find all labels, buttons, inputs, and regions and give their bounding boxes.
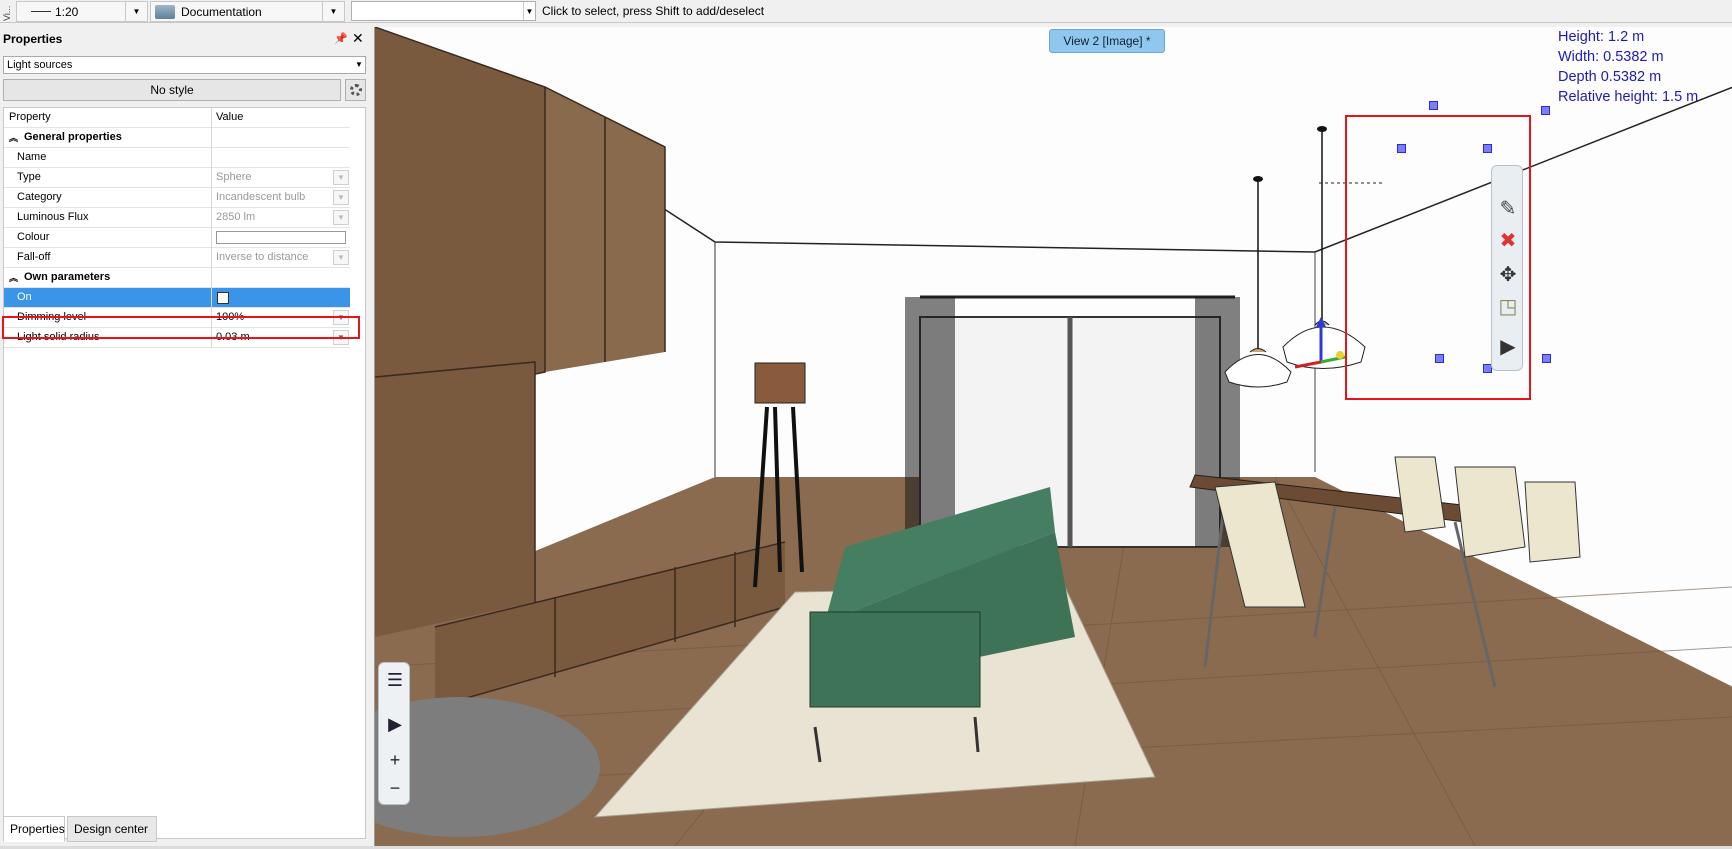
gear-icon bbox=[349, 84, 362, 96]
dimension-readout: Height: 1.2 m Width: 0.5382 m Depth 0.53… bbox=[1558, 27, 1698, 107]
list-icon[interactable]: ☰ bbox=[384, 669, 406, 691]
scale-select[interactable]: 1:20 ▼ bbox=[16, 1, 148, 22]
scale-value: 1:20 bbox=[55, 4, 79, 19]
selection-handle[interactable] bbox=[1435, 354, 1444, 363]
viewport-side-toolbar: ☰ ▶ + − bbox=[378, 662, 410, 805]
delete-icon[interactable]: ✖ bbox=[1496, 228, 1520, 252]
view-tab-label[interactable]: Vi... bbox=[2, 2, 12, 21]
selection-handle[interactable] bbox=[1483, 144, 1492, 153]
play-arrow-icon[interactable]: ▶ bbox=[384, 713, 406, 735]
panel-title: Properties bbox=[3, 32, 63, 46]
on-checkbox[interactable] bbox=[217, 292, 229, 304]
grid-header: Property Value bbox=[4, 108, 350, 128]
depth-readout: Depth 0.5382 m bbox=[1558, 69, 1662, 85]
zoom-out-icon[interactable]: − bbox=[384, 777, 406, 799]
type-value: Sphere bbox=[216, 171, 252, 183]
section-own-parameters[interactable]: ︽ Own parameters bbox=[4, 268, 350, 288]
name-value[interactable] bbox=[213, 148, 350, 168]
luminous-flux-value: 2850 lm bbox=[216, 211, 256, 223]
documentation-icon bbox=[155, 4, 175, 19]
property-row-luminous-flux[interactable]: Luminous Flux 2850 lm ▼ bbox=[4, 208, 350, 228]
falloff-value: Inverse to distance bbox=[216, 251, 309, 263]
object-action-toolbar: ✎ ✖ ✥ ◳ ▶ bbox=[1491, 165, 1523, 371]
chevron-down-icon[interactable]: ▼ bbox=[333, 190, 349, 205]
chevron-down-icon[interactable]: ▼ bbox=[333, 210, 349, 225]
play-arrow-icon[interactable]: ▶ bbox=[1496, 334, 1520, 358]
height-readout: Height: 1.2 m bbox=[1558, 29, 1645, 45]
chevron-down-icon[interactable]: ▼ bbox=[523, 2, 535, 20]
top-toolbar: Vi... 1:20 ▼ Documentation ▼ ▼ Click to … bbox=[0, 0, 1732, 23]
property-row-falloff[interactable]: Fall-off Inverse to distance ▼ bbox=[4, 248, 350, 268]
colour-swatch[interactable] bbox=[216, 231, 346, 244]
width-readout: Width: 0.5382 m bbox=[1558, 49, 1664, 65]
pin-icon[interactable]: 📌 bbox=[334, 32, 348, 45]
move-icon[interactable]: ✥ bbox=[1496, 262, 1520, 286]
property-row-type[interactable]: Type Sphere ▼ bbox=[4, 168, 350, 188]
chevron-down-icon[interactable]: ▼ bbox=[322, 2, 344, 21]
chevron-down-icon[interactable]: ▼ bbox=[353, 57, 365, 73]
section-general-properties[interactable]: ︽ General properties bbox=[4, 128, 350, 148]
view-tab[interactable]: View 2 [Image] * bbox=[1049, 29, 1165, 53]
selection-handle[interactable] bbox=[1429, 101, 1438, 110]
chevron-down-icon[interactable]: ▼ bbox=[125, 2, 147, 21]
property-row-name[interactable]: Name bbox=[4, 148, 350, 168]
property-grid: Property Value ︽ General properties Name… bbox=[3, 107, 366, 839]
on-row-highlight bbox=[2, 316, 360, 339]
command-input[interactable]: ▼ bbox=[351, 1, 536, 21]
relative-height-readout: Relative height: 1.5 m bbox=[1558, 89, 1699, 105]
selection-handle[interactable] bbox=[1397, 144, 1406, 153]
zoom-in-icon[interactable]: + bbox=[384, 749, 406, 771]
line-style-icon bbox=[31, 11, 51, 12]
edit-pencil-icon[interactable]: ✎ bbox=[1496, 196, 1520, 220]
documentation-label: Documentation bbox=[181, 4, 262, 19]
selection-handle[interactable] bbox=[1542, 354, 1551, 363]
properties-panel: Properties 📌 ✕ Light sources ▼ No style … bbox=[0, 27, 370, 849]
tab-properties[interactable]: Properties bbox=[3, 816, 65, 842]
documentation-select[interactable]: Documentation ▼ bbox=[150, 1, 345, 22]
selection-handle[interactable] bbox=[1541, 106, 1550, 115]
close-icon[interactable]: ✕ bbox=[352, 30, 364, 47]
status-hint: Click to select, press Shift to add/dese… bbox=[542, 4, 765, 18]
property-row-category[interactable]: Category Incandescent bulb ▼ bbox=[4, 188, 350, 208]
style-settings-button[interactable] bbox=[345, 79, 366, 101]
object-type-select[interactable]: Light sources ▼ bbox=[3, 56, 366, 74]
light-bulb-icon[interactable]: ◳ bbox=[1496, 294, 1520, 318]
category-value: Incandescent bulb bbox=[216, 191, 306, 203]
property-row-colour[interactable]: Colour bbox=[4, 228, 350, 248]
style-button[interactable]: No style bbox=[3, 79, 341, 101]
tab-design-center[interactable]: Design center bbox=[67, 816, 157, 842]
column-header-property: Property bbox=[4, 108, 212, 128]
column-header-value: Value bbox=[216, 111, 244, 123]
chevron-down-icon[interactable]: ▼ bbox=[333, 250, 349, 265]
chevron-down-icon[interactable]: ▼ bbox=[333, 170, 349, 185]
property-row-on[interactable]: On bbox=[4, 288, 350, 308]
3d-viewport[interactable]: View 2 [Image] * Height: 1.2 m Width: 0.… bbox=[374, 27, 1732, 846]
